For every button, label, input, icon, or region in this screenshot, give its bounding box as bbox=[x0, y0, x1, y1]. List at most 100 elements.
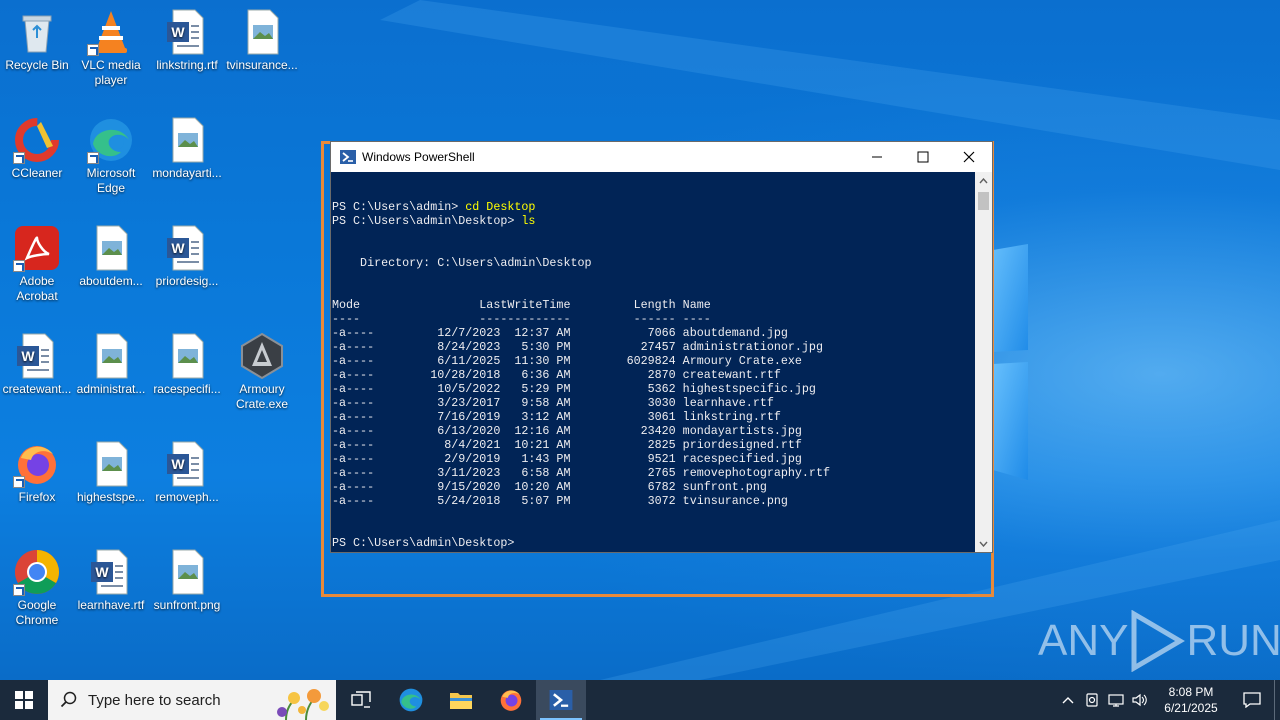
console-line: Directory: C:\Users\admin\Desktop bbox=[332, 256, 975, 270]
console-line: -a---- 5/24/2018 5:07 PM 3072 tvinsuranc… bbox=[332, 494, 975, 508]
desktop-icon-linkstring[interactable]: W linkstring.rtf bbox=[149, 8, 225, 73]
console-line: -a---- 9/15/2020 10:20 AM 6782 sunfront.… bbox=[332, 480, 975, 494]
desktop-icon-label: mondayarti... bbox=[152, 166, 222, 180]
search-icon bbox=[60, 691, 77, 708]
search-placeholder: Type here to search bbox=[88, 691, 221, 709]
powershell-icon bbox=[340, 150, 356, 164]
desktop-icon-label: Armoury Crate.exe bbox=[235, 382, 289, 411]
desktop-icon-learnhave[interactable]: W learnhave.rtf bbox=[73, 548, 149, 613]
desktop-icon-vlc[interactable]: VLC media player bbox=[73, 8, 149, 88]
windows-start-icon bbox=[15, 691, 33, 709]
console-command: ls bbox=[521, 214, 536, 228]
maximize-button[interactable] bbox=[900, 142, 946, 172]
desktop-icon-label: aboutdem... bbox=[79, 274, 143, 288]
desktop-icon-adobe-acrobat[interactable]: Adobe Acrobat bbox=[0, 224, 75, 304]
console-line: ---- ------------- ------ ---- bbox=[332, 312, 975, 326]
minimize-button[interactable] bbox=[854, 142, 900, 172]
show-hidden-icons-button[interactable] bbox=[1056, 680, 1080, 720]
console-command: cd Desktop bbox=[465, 200, 536, 214]
desktop-icon-tvinsurance[interactable]: tvinsurance... bbox=[224, 8, 300, 73]
desktop-icon-google-chrome[interactable]: Google Chrome bbox=[0, 548, 75, 628]
scroll-down-button[interactable] bbox=[975, 535, 992, 552]
console-line: -a---- 2/9/2019 1:43 PM 9521 racespecifi… bbox=[332, 452, 975, 466]
vertical-scrollbar[interactable] bbox=[975, 172, 992, 552]
console-line: -a---- 10/28/2018 6:36 AM 2870 createwan… bbox=[332, 368, 975, 382]
image-file-icon bbox=[163, 116, 211, 164]
image-file-icon bbox=[87, 224, 135, 272]
console-output[interactable]: PS C:\Users\admin> cd Desktop PS C:\Users… bbox=[332, 172, 975, 552]
desktop-icon-label: CCleaner bbox=[11, 166, 63, 180]
console-line: PS C:\Users\admin\Desktop> ls bbox=[332, 214, 975, 228]
console-text: PS C:\Users\admin\Desktop> bbox=[332, 214, 522, 228]
task-view-button[interactable] bbox=[336, 680, 386, 720]
desktop-icon-aboutdemand[interactable]: aboutdem... bbox=[73, 224, 149, 289]
console-text: ---- ------------- ------ ---- bbox=[332, 312, 711, 326]
chrome-icon bbox=[13, 548, 61, 596]
taskbar-powershell-button[interactable] bbox=[536, 680, 586, 720]
word-doc-icon: W bbox=[13, 332, 61, 380]
image-file-icon bbox=[238, 8, 286, 56]
console-text: -a---- 9/15/2020 10:20 AM 6782 sunfront.… bbox=[332, 480, 767, 494]
desktop-icon-sunfront[interactable]: sunfront.png bbox=[149, 548, 225, 613]
window-titlebar[interactable]: Windows PowerShell bbox=[331, 142, 992, 172]
desktop-icon-administrationor[interactable]: administrat... bbox=[73, 332, 149, 397]
console-text: -a---- 8/24/2023 5:30 PM 27457 administr… bbox=[332, 340, 823, 354]
svg-text:W: W bbox=[171, 24, 185, 40]
console-text: -a---- 5/24/2018 5:07 PM 3072 tvinsuranc… bbox=[332, 494, 788, 508]
network-button[interactable] bbox=[1104, 680, 1128, 720]
notification-center-button[interactable] bbox=[1230, 680, 1274, 720]
desktop-icon-recycle-bin[interactable]: Recycle Bin bbox=[0, 8, 75, 73]
desktop-icon-removephotography[interactable]: W removeph... bbox=[149, 440, 225, 505]
close-button[interactable] bbox=[946, 142, 992, 172]
desktop-icon-firefox[interactable]: Firefox bbox=[0, 440, 75, 505]
file-explorer-icon bbox=[450, 693, 472, 709]
taskbar-file-explorer-button[interactable] bbox=[436, 680, 486, 720]
desktop-icon-label: Recycle Bin bbox=[5, 58, 69, 72]
volume-button[interactable] bbox=[1128, 680, 1152, 720]
console-line: -a---- 10/5/2022 5:29 PM 5362 highestspe… bbox=[332, 382, 975, 396]
desktop-icon-highestspecific[interactable]: highestspe... bbox=[73, 440, 149, 505]
desktop-icon-racespecified[interactable]: racespecifi... bbox=[149, 332, 225, 397]
desktop-icon-microsoft-edge[interactable]: Microsoft Edge bbox=[73, 116, 149, 196]
desktop-icon-mondayartists[interactable]: mondayarti... bbox=[149, 116, 225, 181]
console-text: PS C:\Users\admin\Desktop> bbox=[332, 536, 515, 550]
console-line: -a---- 3/23/2017 9:58 AM 3030 learnhave.… bbox=[332, 396, 975, 410]
desktop-icon-label: Microsoft Edge bbox=[86, 166, 136, 195]
desktop-icon-priordesigned[interactable]: W priordesig... bbox=[149, 224, 225, 289]
minimize-icon bbox=[872, 156, 882, 158]
recycle-bin-icon bbox=[13, 8, 61, 56]
taskbar-search-box[interactable]: Type here to search bbox=[48, 680, 336, 720]
desktop-icon-label: administrat... bbox=[76, 382, 146, 396]
console-text: Directory: C:\Users\admin\Desktop bbox=[332, 256, 592, 270]
console-text: -a---- 8/4/2021 10:21 AM 2825 priordesig… bbox=[332, 438, 802, 452]
taskbar-clock[interactable]: 8:08 PM 6/21/2025 bbox=[1152, 684, 1230, 716]
scroll-up-button[interactable] bbox=[975, 172, 992, 189]
console-text: -a---- 12/7/2023 12:37 AM 7066 aboutdema… bbox=[332, 326, 788, 340]
notification-icon bbox=[1243, 692, 1261, 708]
clock-date: 6/21/2025 bbox=[1164, 701, 1218, 715]
desktop-icon-armoury-crate[interactable]: Armoury Crate.exe bbox=[224, 332, 300, 412]
show-desktop-button[interactable] bbox=[1274, 680, 1280, 720]
console-text: -a---- 3/11/2023 6:58 AM 2765 removephot… bbox=[332, 466, 830, 480]
watermark-play-icon bbox=[1131, 610, 1186, 672]
watermark-text-left: ANY bbox=[1038, 616, 1129, 665]
desktop-icon-createwant[interactable]: W createwant... bbox=[0, 332, 75, 397]
scrollbar-thumb[interactable] bbox=[978, 192, 989, 210]
firefox-icon bbox=[500, 690, 522, 711]
start-button[interactable] bbox=[0, 680, 48, 720]
desktop-icon-ccleaner[interactable]: CCleaner bbox=[0, 116, 75, 181]
console-text: -a---- 10/28/2018 6:36 AM 2870 createwan… bbox=[332, 368, 781, 382]
desktop-icon-label: Adobe Acrobat bbox=[16, 274, 58, 303]
clock-time: 8:08 PM bbox=[1168, 685, 1214, 699]
powershell-window[interactable]: Windows PowerShell PS C:\Users\admin> cd… bbox=[331, 142, 992, 552]
console-line: Mode LastWriteTime Length Name bbox=[332, 298, 975, 312]
desktop-icon-label: removeph... bbox=[155, 490, 219, 504]
image-file-icon bbox=[87, 332, 135, 380]
taskbar-edge-button[interactable] bbox=[386, 680, 436, 720]
maximize-icon bbox=[917, 151, 929, 163]
tray-app-button[interactable] bbox=[1080, 680, 1104, 720]
svg-text:W: W bbox=[171, 240, 185, 256]
firefox-icon bbox=[13, 440, 61, 488]
taskbar-firefox-button[interactable] bbox=[486, 680, 536, 720]
